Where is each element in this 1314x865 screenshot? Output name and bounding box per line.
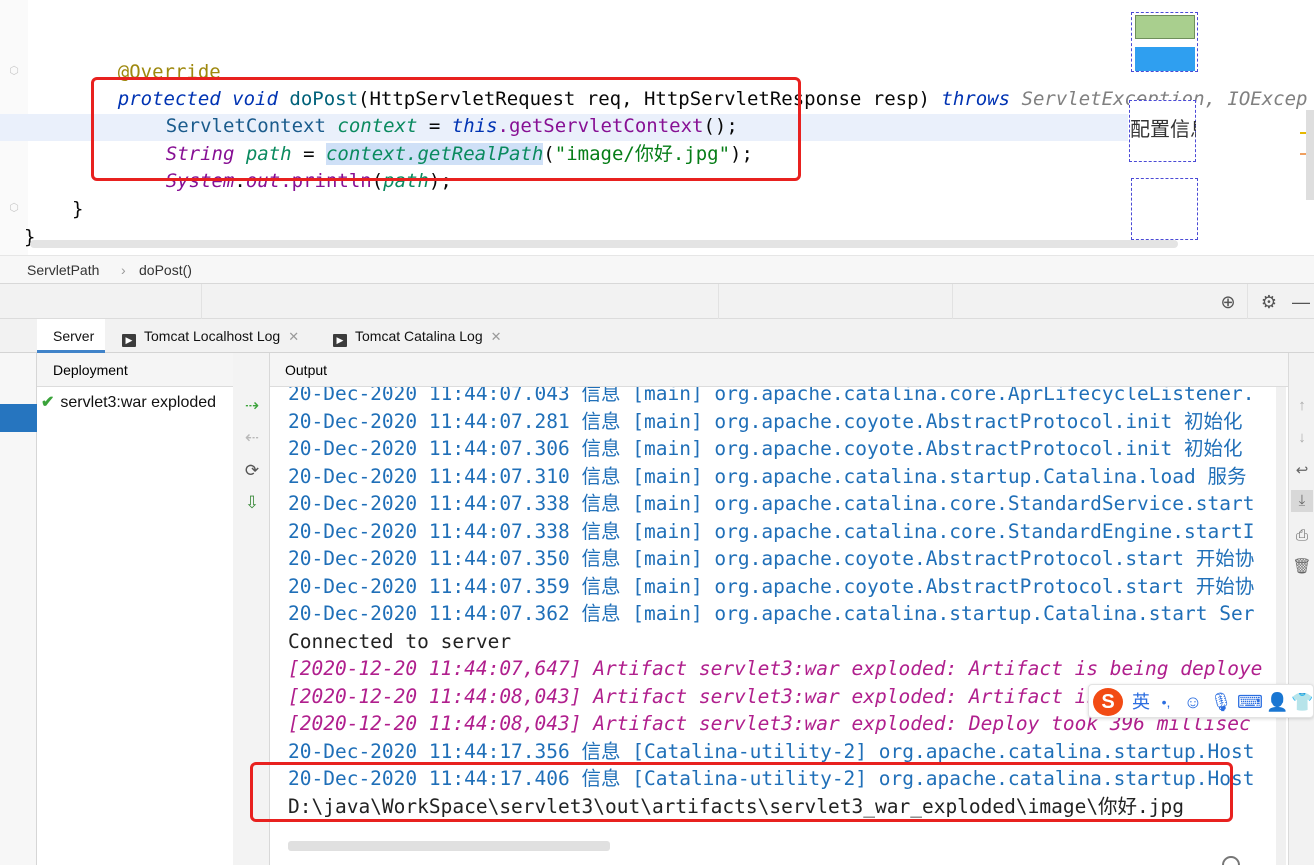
output-line: 20-Dec-2020 11:44:07.359 信息 [main] org.a… [288, 574, 1255, 598]
deployment-header: Deployment [37, 353, 233, 387]
divider [1247, 284, 1248, 320]
left-strip [0, 353, 37, 865]
deployment-item[interactable]: ✔ servlet3:war exploded [41, 393, 216, 413]
output-line: 20-Dec-2020 11:44:07.338 信息 [main] org.a… [288, 519, 1255, 543]
annotation-red-box [250, 762, 1233, 822]
output-vscroll[interactable] [1276, 387, 1286, 865]
ime-lang-toggle[interactable]: 英 [1129, 690, 1153, 714]
output-line: 20-Dec-2020 11:44:17.356 信息 [Catalina-ut… [288, 739, 1255, 763]
divider [952, 284, 953, 320]
output-line: 20-Dec-2020 11:44:07.362 信息 [main] org.a… [288, 602, 1255, 625]
shirt-icon[interactable]: 👕 [1291, 690, 1313, 714]
code-editor[interactable]: ⬡ ⬡ @Override protected void doPost(Http… [0, 0, 1314, 255]
print-icon[interactable]: ⎙ [1291, 525, 1313, 547]
output-toolbar: ↑ ↓ ↩ ⤓ ⎙ 🗑 [1288, 353, 1314, 865]
ime-toolbar: S 英 •, ☺ 🎙 ⌨ 👤 👕 [1088, 684, 1314, 718]
breadcrumb-item-method[interactable]: doPost() [139, 262, 192, 278]
ime-punct-toggle[interactable]: •, [1155, 690, 1177, 714]
selected-row-indicator[interactable] [0, 404, 37, 432]
editor-vscroll[interactable] [1306, 110, 1314, 200]
output-line: 20-Dec-2020 11:44:07.043 信息 [main] org.a… [288, 387, 1255, 405]
output-header: Output [270, 353, 1288, 387]
divider [718, 284, 719, 320]
output-line: Connected to server [288, 629, 512, 653]
deployment-panel: Deployment ✔ servlet3:war exploded [37, 353, 233, 865]
divider [201, 284, 202, 320]
console-icon: ▶ [122, 334, 136, 347]
tab-label: Server [53, 328, 95, 344]
deploy-icon[interactable]: ⇢ [241, 395, 263, 417]
scroll-to-end-icon[interactable]: ⤓ [1291, 490, 1313, 512]
close-icon[interactable]: ✕ [288, 329, 299, 344]
keyboard-icon[interactable]: ⌨ [1237, 690, 1263, 714]
deploy-all-icon[interactable]: ⇩ [241, 492, 263, 514]
tool-window-header: ⊕ ⚙ — [0, 283, 1314, 320]
breadcrumb-item-class[interactable]: ServletPath [27, 262, 99, 278]
output-line: 20-Dec-2020 11:44:07.338 信息 [main] org.a… [288, 492, 1255, 515]
trash-icon[interactable]: 🗑 [1291, 556, 1313, 578]
sogou-logo-icon[interactable]: S [1093, 688, 1123, 716]
check-icon: ✔ [41, 394, 55, 411]
output-line: [2020-12-20 11:44:07,647] Artifact servl… [288, 657, 1263, 680]
output-line: 20-Dec-2020 11:44:07.281 信息 [main] org.a… [288, 409, 1243, 433]
minimize-icon[interactable]: — [1290, 291, 1312, 313]
target-icon[interactable]: ⊕ [1217, 291, 1239, 313]
deployment-item-label: servlet3:war exploded [60, 394, 217, 411]
throws-token: throws [941, 88, 1011, 110]
output-line: 20-Dec-2020 11:44:07.350 信息 [main] org.a… [288, 547, 1255, 570]
overlay-widget [1131, 12, 1198, 72]
code-line-annotation[interactable]: @Override [72, 32, 221, 83]
breadcrumb: ServletPath › doPost() [0, 255, 1314, 283]
editor-hscroll[interactable] [30, 240, 1178, 248]
tab-label: Tomcat Localhost Log [144, 328, 281, 344]
undeploy-icon[interactable]: ⇠ [241, 427, 263, 449]
refresh-icon[interactable]: ⟳ [241, 460, 263, 482]
output-line: 20-Dec-2020 11:44:07.306 信息 [main] org.a… [288, 437, 1243, 460]
annotation-red-box [91, 77, 801, 181]
arrow-up-icon[interactable]: ↑ [1291, 395, 1313, 417]
fold-marker-icon[interactable]: ⬡ [7, 64, 21, 78]
tab-tomcat-catalina-log[interactable]: ▶ Tomcat Catalina Log ✕ [333, 319, 523, 353]
tab-bar: Server ▶ Tomcat Localhost Log ✕ ▶ Tomcat Ca… [0, 319, 1314, 353]
breadcrumb-sep: › [121, 262, 126, 278]
emoji-icon[interactable]: ☺ [1181, 690, 1205, 714]
tab-label: Tomcat Catalina Log [355, 328, 483, 344]
tab-tomcat-localhost-log[interactable]: ▶ Tomcat Localhost Log ✕ [122, 319, 322, 353]
overlay-widget [1131, 178, 1198, 240]
tab-server[interactable]: Server [37, 319, 105, 353]
output-line: 20-Dec-2020 11:44:07.310 信息 [main] org.a… [288, 464, 1247, 488]
close-icon[interactable]: ✕ [491, 329, 502, 344]
user-icon[interactable]: 👤 [1266, 690, 1288, 714]
side-text: 配置信息 [1130, 119, 1196, 141]
console-icon: ▶ [333, 334, 347, 347]
output-hscroll[interactable] [288, 841, 610, 851]
mic-icon[interactable]: 🎙 [1209, 690, 1233, 714]
overlay-widget: 配置信息 [1129, 100, 1196, 162]
fold-marker-icon[interactable]: ⬡ [7, 201, 21, 215]
code-line-close-inner[interactable]: } [72, 196, 83, 223]
soft-wrap-icon[interactable]: ↩ [1291, 460, 1313, 482]
arrow-down-icon[interactable]: ↓ [1291, 427, 1313, 449]
gear-icon[interactable]: ⚙ [1258, 291, 1280, 313]
